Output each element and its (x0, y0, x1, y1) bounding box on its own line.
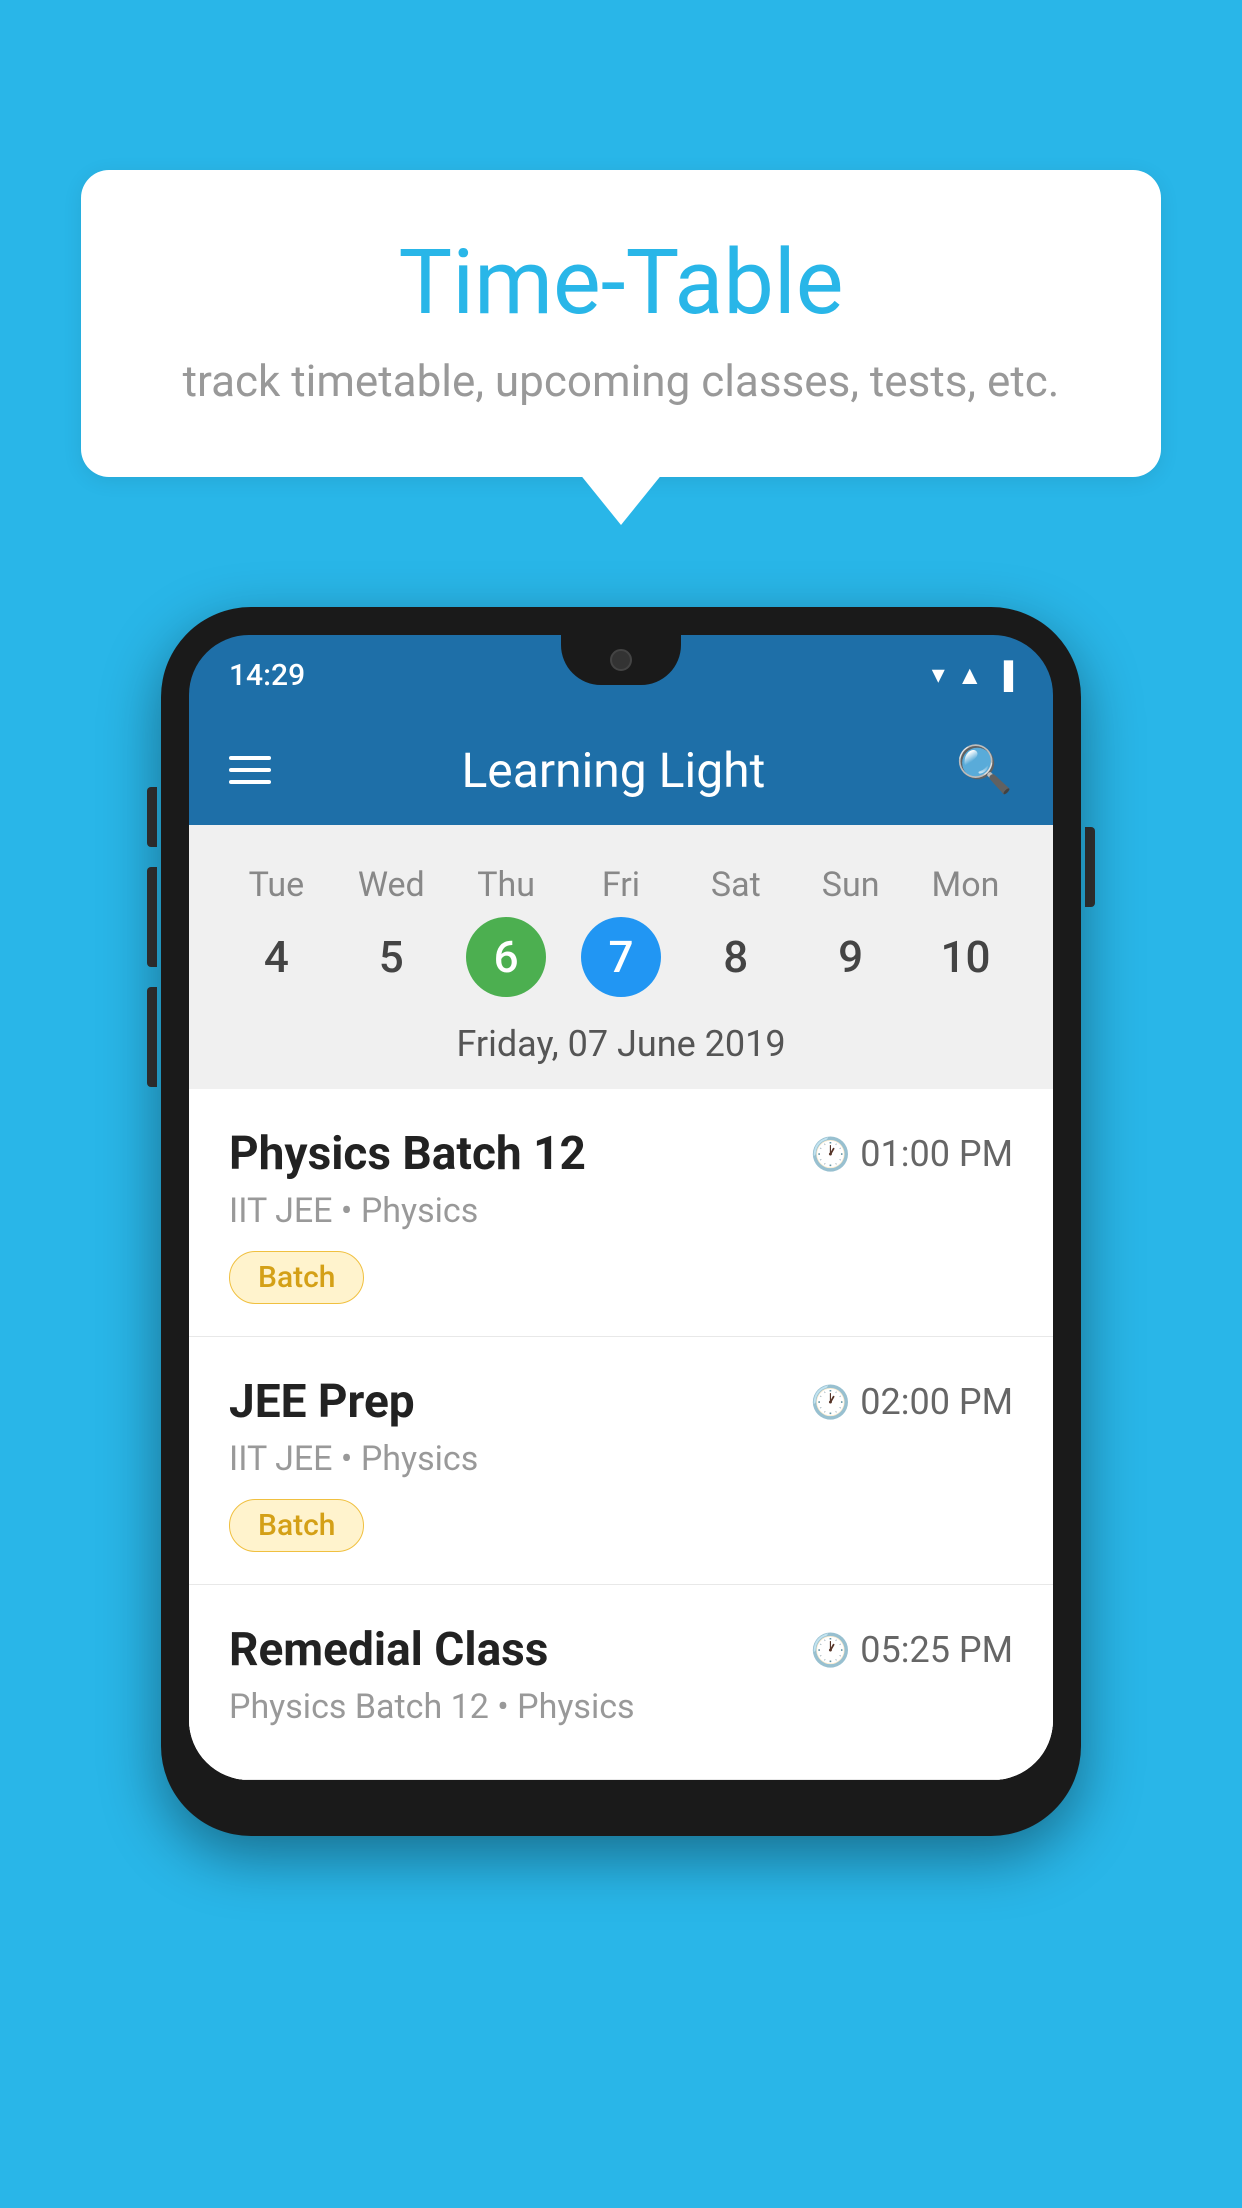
phone-notch (561, 635, 681, 685)
side-button-left-2 (147, 867, 157, 967)
day-name-tue: Tue (249, 865, 304, 905)
phone-frame: 14:29 ▾ ▲ ▐ Learning Light 🔍 (161, 607, 1081, 1836)
schedule-detail-2: IIT JEE • Physics (229, 1439, 1013, 1479)
day-num-sat: 8 (696, 917, 776, 997)
day-num-mon: 10 (925, 917, 1005, 997)
batch-tag-2: Batch (229, 1499, 364, 1552)
day-num-thu: 6 (466, 917, 546, 997)
day-name-sun: Sun (822, 865, 880, 905)
selected-date-label: Friday, 07 June 2019 (219, 1007, 1023, 1089)
calendar-days-row: Tue 4 Wed 5 Thu 6 Fri 7 (219, 845, 1023, 1007)
schedule-title-2: JEE Prep (229, 1375, 415, 1429)
status-icons: ▾ ▲ ▐ (932, 660, 1013, 691)
schedule-header-2: JEE Prep 🕐 02:00 PM (229, 1375, 1013, 1429)
day-name-wed: Wed (358, 865, 425, 905)
day-name-sat: Sat (711, 865, 761, 905)
speech-bubble-card: Time-Table track timetable, upcoming cla… (81, 170, 1161, 477)
battery-icon: ▐ (995, 660, 1013, 691)
day-col-thu[interactable]: Thu 6 (456, 865, 556, 997)
batch-tag-1: Batch (229, 1251, 364, 1304)
bubble-subtitle: track timetable, upcoming classes, tests… (161, 355, 1081, 407)
schedule-detail-1: IIT JEE • Physics (229, 1191, 1013, 1231)
side-button-right (1085, 827, 1095, 907)
app-title: Learning Light (461, 742, 765, 799)
search-button[interactable]: 🔍 (956, 743, 1013, 797)
schedule-header-3: Remedial Class 🕐 05:25 PM (229, 1623, 1013, 1677)
wifi-icon: ▾ (932, 660, 945, 690)
bubble-title: Time-Table (161, 230, 1081, 335)
day-name-thu: Thu (477, 865, 535, 905)
day-col-tue[interactable]: Tue 4 (226, 865, 326, 997)
day-col-wed[interactable]: Wed 5 (341, 865, 441, 997)
side-button-left-3 (147, 987, 157, 1087)
day-num-wed: 5 (351, 917, 431, 997)
schedule-item-1[interactable]: Physics Batch 12 🕐 01:00 PM IIT JEE • Ph… (189, 1089, 1053, 1337)
status-time: 14:29 (229, 658, 305, 693)
schedule-time-1: 🕐 01:00 PM (810, 1133, 1013, 1175)
signal-icon: ▲ (957, 660, 983, 691)
schedule-time-value-1: 01:00 PM (860, 1133, 1013, 1175)
schedule-container: Physics Batch 12 🕐 01:00 PM IIT JEE • Ph… (189, 1089, 1053, 1780)
schedule-title-1: Physics Batch 12 (229, 1127, 586, 1181)
calendar-section: Tue 4 Wed 5 Thu 6 Fri 7 (189, 825, 1053, 1089)
schedule-time-3: 🕐 05:25 PM (810, 1629, 1013, 1671)
phone-screen: Learning Light 🔍 Tue 4 Wed 5 Thu (189, 715, 1053, 1780)
schedule-header-1: Physics Batch 12 🕐 01:00 PM (229, 1127, 1013, 1181)
day-num-sun: 9 (811, 917, 891, 997)
day-name-fri: Fri (602, 865, 640, 905)
clock-icon-3: 🕐 (810, 1631, 850, 1669)
camera-dot (610, 649, 632, 671)
schedule-time-2: 🕐 02:00 PM (810, 1381, 1013, 1423)
app-bar: Learning Light 🔍 (189, 715, 1053, 825)
schedule-item-2[interactable]: JEE Prep 🕐 02:00 PM IIT JEE • Physics Ba… (189, 1337, 1053, 1585)
schedule-detail-3: Physics Batch 12 • Physics (229, 1687, 1013, 1727)
phone-mockup: 14:29 ▾ ▲ ▐ Learning Light 🔍 (161, 607, 1081, 1836)
day-col-sun[interactable]: Sun 9 (801, 865, 901, 997)
schedule-item-3[interactable]: Remedial Class 🕐 05:25 PM Physics Batch … (189, 1585, 1053, 1780)
schedule-time-value-2: 02:00 PM (860, 1381, 1013, 1423)
clock-icon-1: 🕐 (810, 1135, 850, 1173)
side-button-left-1 (147, 787, 157, 847)
day-num-tue: 4 (236, 917, 316, 997)
menu-button[interactable] (229, 756, 271, 784)
schedule-title-3: Remedial Class (229, 1623, 548, 1677)
day-col-sat[interactable]: Sat 8 (686, 865, 786, 997)
day-col-mon[interactable]: Mon 10 (915, 865, 1015, 997)
status-bar: 14:29 ▾ ▲ ▐ (189, 635, 1053, 715)
day-col-fri[interactable]: Fri 7 (571, 865, 671, 997)
schedule-time-value-3: 05:25 PM (860, 1629, 1013, 1671)
phone-bottom (189, 1780, 1053, 1808)
clock-icon-2: 🕐 (810, 1383, 850, 1421)
day-name-mon: Mon (932, 865, 1000, 905)
day-num-fri: 7 (581, 917, 661, 997)
